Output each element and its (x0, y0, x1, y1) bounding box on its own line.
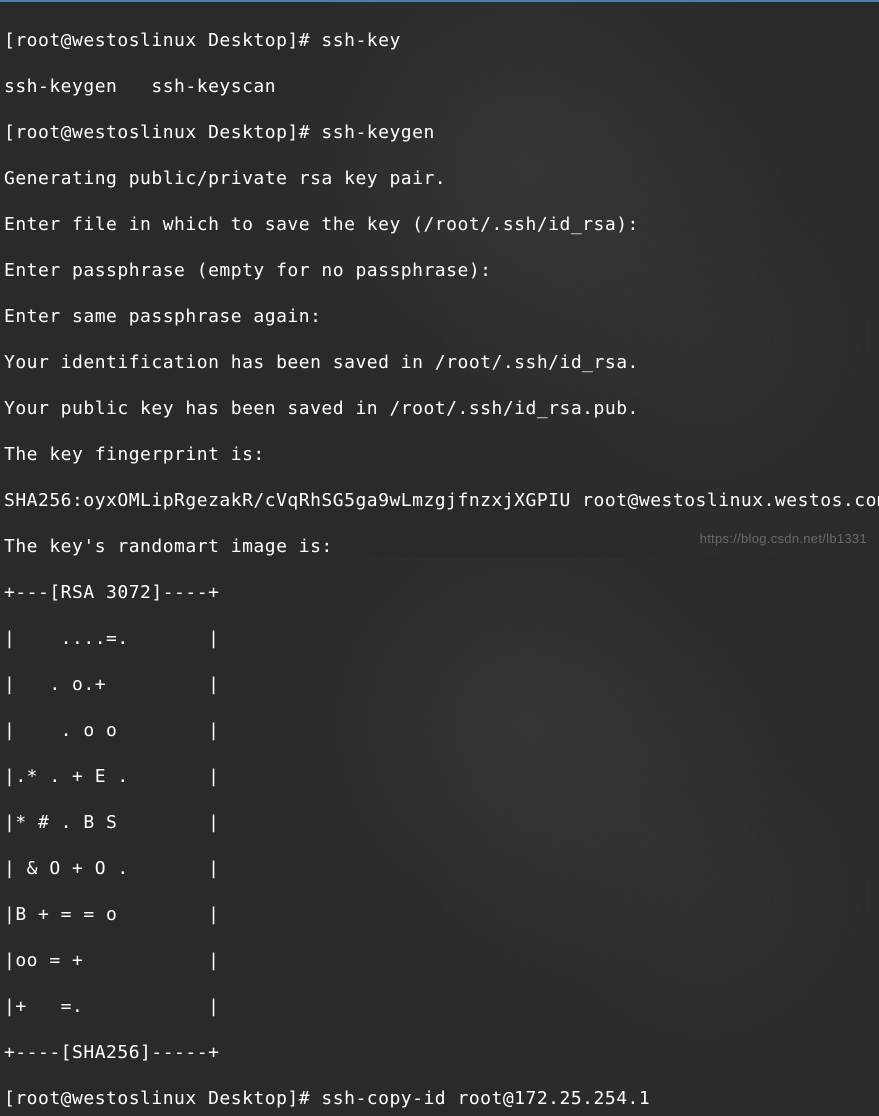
terminal-line: | . o o | (4, 719, 875, 742)
terminal-line: Your identification has been saved in /r… (4, 351, 875, 374)
terminal-line: Enter same passphrase again: (4, 305, 875, 328)
terminal-line: | . o.+ | (4, 673, 875, 696)
terminal-line: Generating public/private rsa key pair. (4, 167, 875, 190)
terminal-line: |oo = + | (4, 949, 875, 972)
terminal-line: | ....=. | (4, 627, 875, 650)
terminal-line: |.* . + E . | (4, 765, 875, 788)
terminal-line: Your public key has been saved in /root/… (4, 397, 875, 420)
terminal-line: Enter passphrase (empty for no passphras… (4, 259, 875, 282)
terminal-line: |* # . B S | (4, 811, 875, 834)
terminal-output[interactable]: [root@westoslinux Desktop]# ssh-key ssh-… (4, 6, 875, 1116)
terminal-line: |B + = = o | (4, 903, 875, 926)
terminal-line: |+ =. | (4, 995, 875, 1018)
terminal-line: Enter file in which to save the key (/ro… (4, 213, 875, 236)
terminal-line: [root@westoslinux Desktop]# ssh-keygen (4, 121, 875, 144)
terminal-line: The key fingerprint is: (4, 443, 875, 466)
terminal-line: +----[SHA256]-----+ (4, 1041, 875, 1064)
terminal-line: [root@westoslinux Desktop]# ssh-key (4, 29, 875, 52)
terminal-line: +---[RSA 3072]----+ (4, 581, 875, 604)
terminal-line: [root@westoslinux Desktop]# ssh-copy-id … (4, 1087, 875, 1110)
watermark-text: https://blog.csdn.net/lb1331 (700, 527, 867, 550)
terminal-line: ssh-keygen ssh-keyscan (4, 75, 875, 98)
terminal-line: | & O + O . | (4, 857, 875, 880)
terminal-line: SHA256:oyxOMLipRgezakR/cVqRhSG5ga9wLmzgj… (4, 489, 875, 512)
